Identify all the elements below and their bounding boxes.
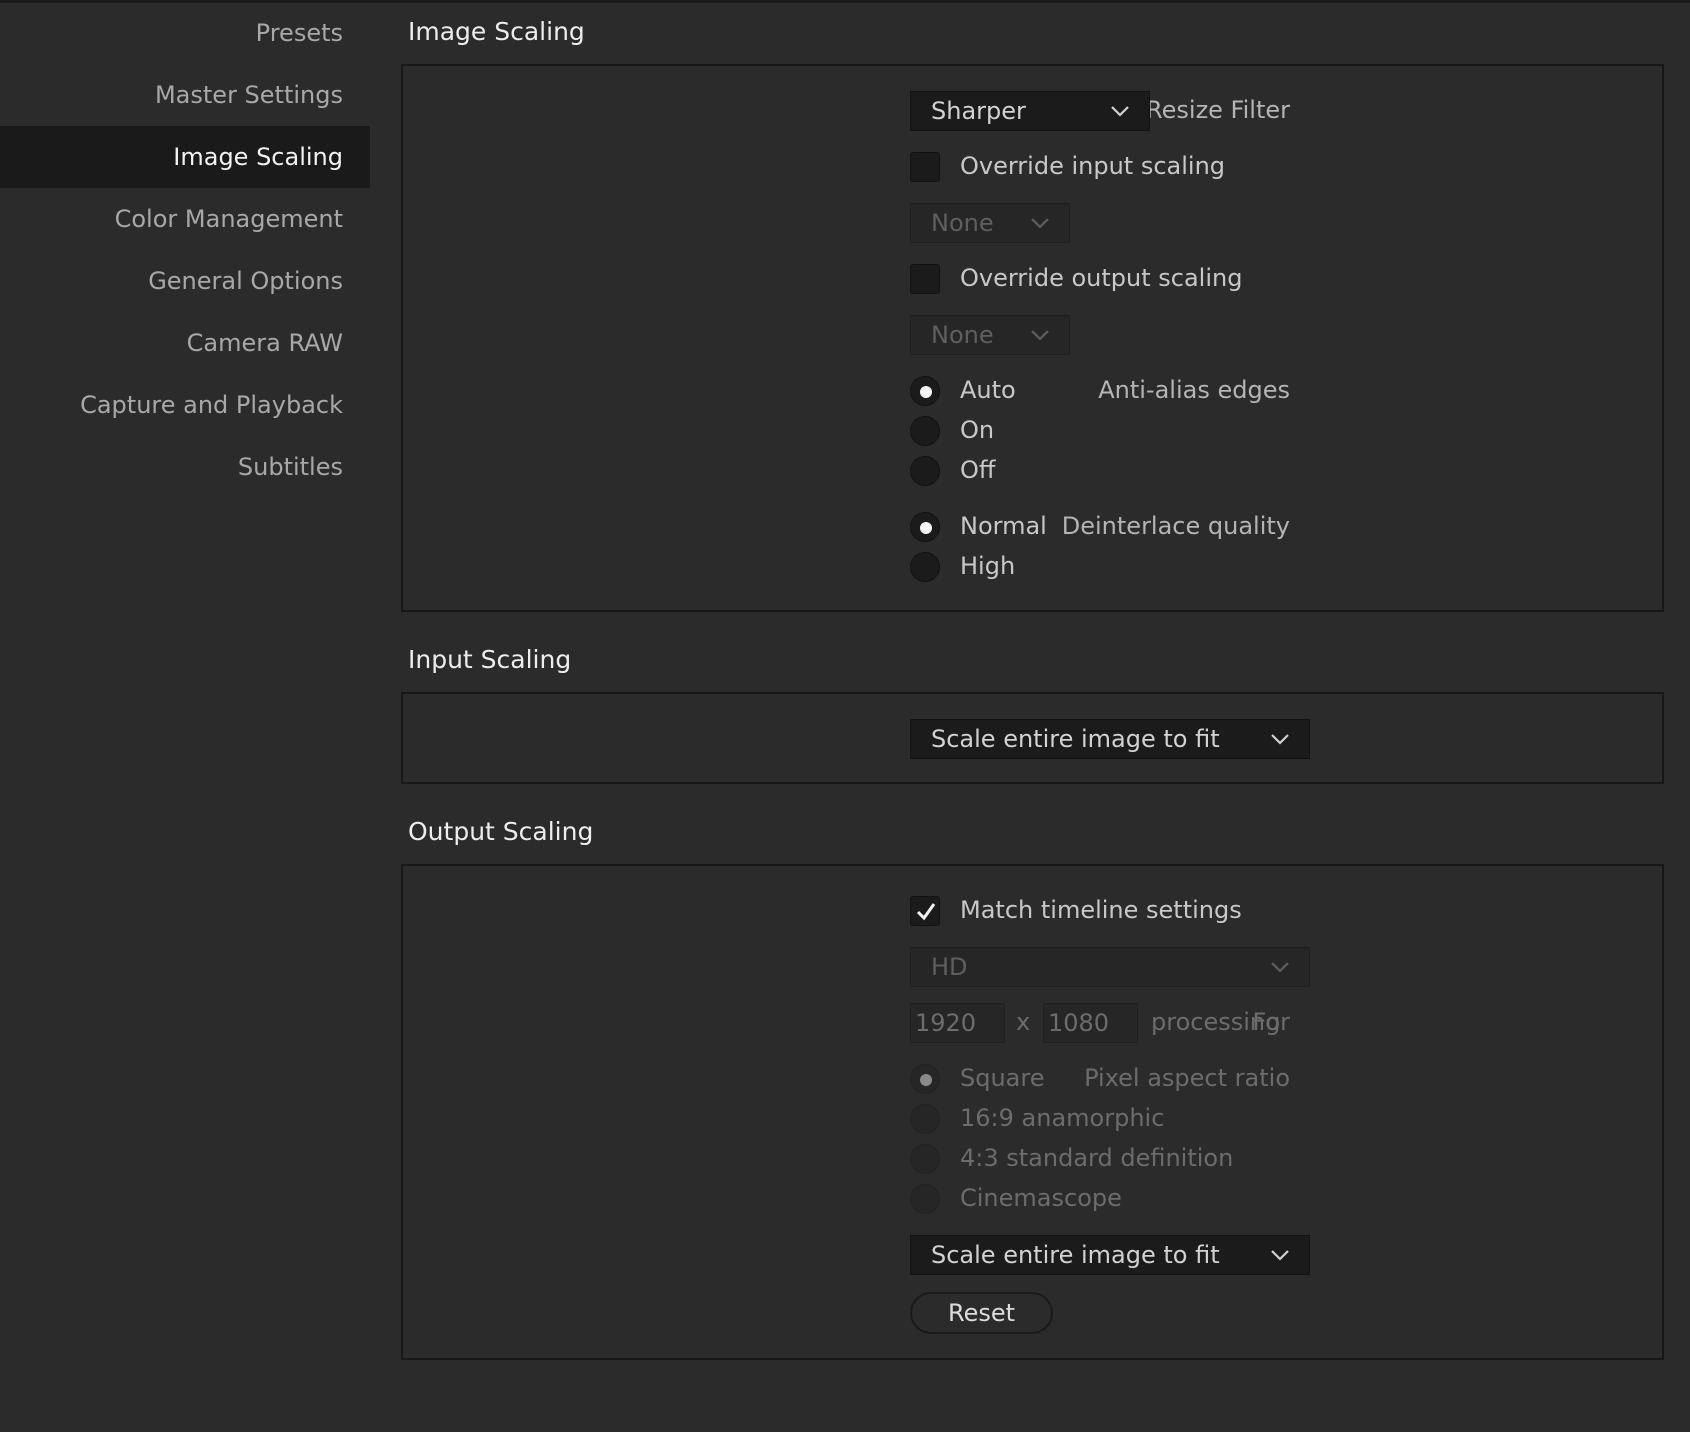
override-output-dropdown[interactable]: None (910, 315, 1070, 355)
anti-alias-off-radio[interactable] (910, 456, 940, 486)
override-output-label: Override output scaling (960, 264, 1243, 292)
output-scaling-title: Output Scaling (408, 817, 594, 846)
output-scaling-panel: Match timeline settings Output resolutio… (401, 864, 1664, 1360)
output-resolution-dropdown[interactable]: HD (910, 947, 1310, 987)
sidebar-item-master-settings[interactable]: Master Settings (0, 64, 370, 126)
pixel-aspect-169-radio[interactable] (910, 1104, 940, 1134)
input-scaling-title: Input Scaling (408, 645, 572, 674)
sidebar-item-presets[interactable]: Presets (0, 2, 370, 64)
anti-alias-auto-label: Auto (960, 376, 1016, 404)
input-scaling-panel: Mismatched resolution files Scale entire… (401, 692, 1664, 784)
sidebar-item-capture-and-playback[interactable]: Capture and Playback (0, 374, 370, 436)
output-mismatched-dropdown[interactable]: Scale entire image to fit (910, 1235, 1310, 1275)
chevron-down-icon (1269, 948, 1291, 986)
input-mismatched-dropdown[interactable]: Scale entire image to fit (910, 719, 1310, 759)
override-input-dropdown[interactable]: None (910, 203, 1070, 243)
processing-label: processing (1151, 1008, 1281, 1036)
deinterlace-high-radio[interactable] (910, 552, 940, 582)
override-input-value: None (931, 209, 994, 237)
pixel-aspect-square-radio[interactable] (910, 1064, 940, 1094)
anti-alias-off-label: Off (960, 456, 996, 484)
resize-filter-dropdown[interactable]: Sharper (910, 91, 1150, 131)
sidebar-item-subtitles[interactable]: Subtitles (0, 436, 370, 498)
chevron-down-icon (1109, 92, 1131, 130)
pixel-aspect-square-label: Square (960, 1064, 1045, 1092)
sidebar-item-camera-raw[interactable]: Camera RAW (0, 312, 370, 374)
override-input-checkbox[interactable] (910, 152, 940, 182)
input-mismatched-value: Scale entire image to fit (931, 725, 1220, 753)
settings-sidebar: Presets Master Settings Image Scaling Co… (0, 0, 370, 1432)
height-field[interactable]: 1080 (1043, 1003, 1138, 1043)
image-scaling-panel: Resize Filter Sharper Override input sca… (401, 64, 1664, 612)
radio-selected-dot (920, 386, 932, 398)
output-resolution-value: HD (931, 953, 968, 981)
image-scaling-title: Image Scaling (408, 17, 585, 46)
deinterlace-high-label: High (960, 552, 1016, 580)
sidebar-item-general-options[interactable]: General Options (0, 250, 370, 312)
pixel-aspect-43-label: 4:3 standard definition (960, 1144, 1234, 1172)
override-output-value: None (931, 321, 994, 349)
pixel-aspect-43-radio[interactable] (910, 1144, 940, 1174)
output-mismatched-value: Scale entire image to fit (931, 1241, 1220, 1269)
deinterlace-normal-label: Normal (960, 512, 1047, 540)
pixel-aspect-169-label: 16:9 anamorphic (960, 1104, 1165, 1132)
match-timeline-checkbox[interactable] (910, 896, 940, 926)
reset-button[interactable]: Reset (910, 1292, 1053, 1334)
pixel-aspect-cinemascope-label: Cinemascope (960, 1184, 1122, 1212)
checkmark-icon (916, 903, 936, 921)
resize-filter-value: Sharper (931, 97, 1026, 125)
chevron-down-icon (1029, 316, 1051, 354)
sidebar-item-color-management[interactable]: Color Management (0, 188, 370, 250)
override-output-checkbox[interactable] (910, 264, 940, 294)
width-field[interactable]: 1920 (910, 1003, 1005, 1043)
anti-alias-on-radio[interactable] (910, 416, 940, 446)
sidebar-item-image-scaling[interactable]: Image Scaling (0, 126, 370, 188)
radio-selected-dot (920, 522, 932, 534)
anti-alias-on-label: On (960, 416, 995, 444)
radio-selected-dot (920, 1074, 932, 1086)
match-timeline-label: Match timeline settings (960, 896, 1242, 924)
chevron-down-icon (1269, 720, 1291, 758)
anti-alias-auto-radio[interactable] (910, 376, 940, 406)
deinterlace-normal-radio[interactable] (910, 512, 940, 542)
pixel-aspect-cinemascope-radio[interactable] (910, 1184, 940, 1214)
x-separator: x (1016, 1008, 1031, 1036)
override-input-label: Override input scaling (960, 152, 1226, 180)
chevron-down-icon (1269, 1236, 1291, 1274)
chevron-down-icon (1029, 204, 1051, 242)
